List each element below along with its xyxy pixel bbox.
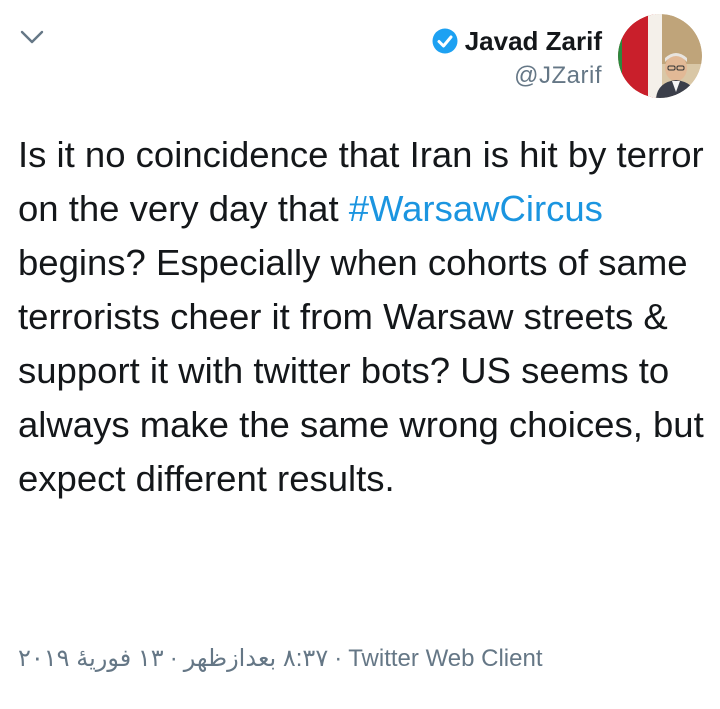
verified-badge-icon — [432, 28, 458, 54]
author-handle[interactable]: @JZarif — [514, 62, 602, 90]
chevron-down-icon[interactable] — [18, 26, 46, 48]
author-name-row: Javad Zarif — [431, 24, 602, 58]
tweet-header: Javad Zarif @JZarif — [431, 14, 702, 104]
tweet-meta: ۱۳ فوریهٔ ۲۰۱۹ · ۸:۳۷ بعدازظهر · Twitter… — [18, 644, 543, 673]
tweet-text-part2: begins? Especially when cohorts of same … — [18, 242, 704, 499]
hashtag-link[interactable]: #WarsawCircus — [349, 188, 603, 229]
tweet-text: Is it no coincidence that Iran is hit by… — [18, 128, 708, 506]
author-name[interactable]: Javad Zarif — [465, 26, 602, 57]
tweet-date[interactable]: ۱۳ فوریهٔ ۲۰۱۹ — [18, 644, 164, 673]
tweet-time[interactable]: ۸:۳۷ بعدازظهر — [184, 644, 329, 673]
author-identity: Javad Zarif @JZarif — [431, 14, 602, 90]
avatar[interactable] — [618, 14, 702, 98]
tweet-card: Javad Zarif @JZarif Is it no coincidence… — [0, 0, 720, 709]
meta-separator: · — [169, 644, 178, 672]
tweet-client[interactable]: Twitter Web Client — [348, 645, 542, 673]
meta-separator: · — [334, 644, 343, 672]
